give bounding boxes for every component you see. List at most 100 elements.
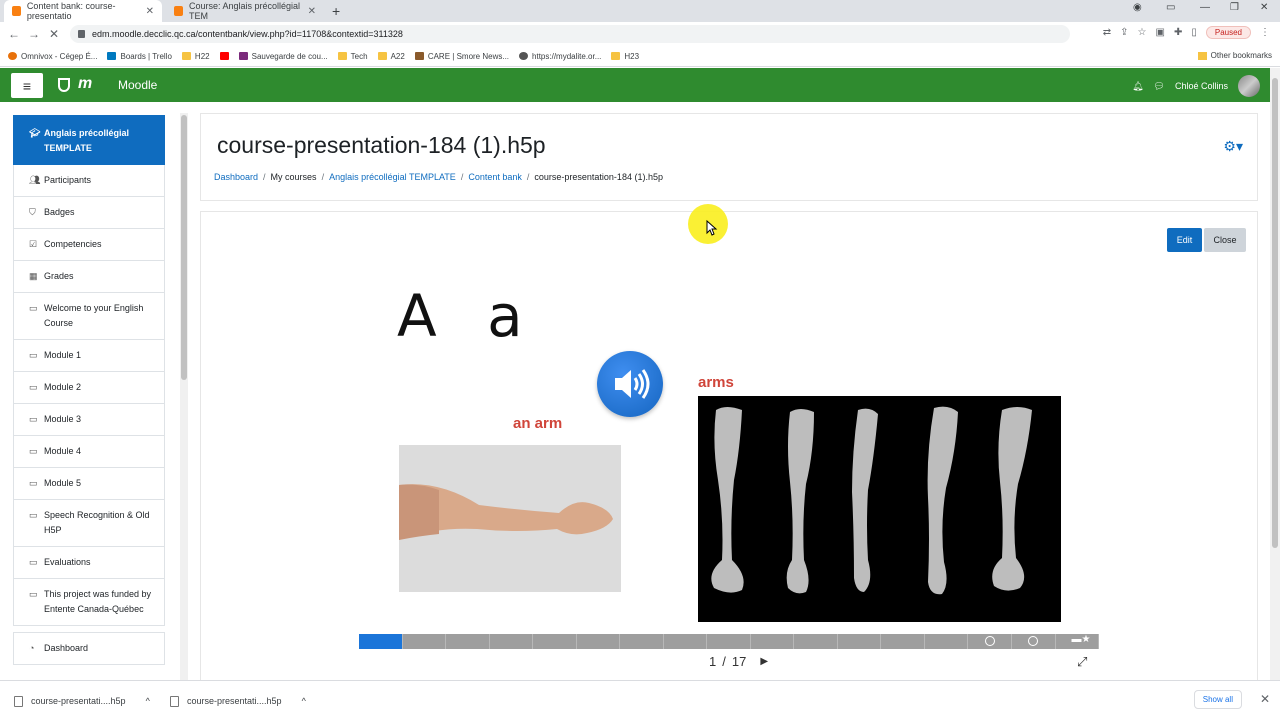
progress-segment[interactable] [533,634,577,649]
bookmark-item[interactable]: Omnivox - Cégep É... [8,52,97,61]
sidebar-item-module-5[interactable]: ▭ Module 5 [13,468,165,500]
word-singular: an arm [513,415,563,432]
translate-icon[interactable]: ⇄ [1103,27,1111,38]
progress-segment[interactable] [490,634,534,649]
sidebar-item-participants[interactable]: 👥︎ Participants [13,165,165,197]
progress-segment[interactable] [664,634,708,649]
progress-segment[interactable] [620,634,664,649]
sidebar-item-evaluations[interactable]: ▭ Evaluations [13,547,165,579]
progress-segment[interactable] [751,634,795,649]
close-icon[interactable]: ✕ [308,6,316,17]
close-button[interactable]: Close [1204,228,1246,252]
notification-bell-icon[interactable]: 🔔︎ [1132,81,1143,92]
bookmark-folder[interactable]: Tech [337,52,368,61]
chevron-up-icon[interactable]: ^ [146,696,150,706]
sidebar-scrollbar-thumb[interactable] [181,115,187,380]
close-icon[interactable]: ✕ [1260,692,1270,706]
show-all-button[interactable]: Show all [1193,690,1242,709]
gear-icon[interactable]: ⚙▾ [1223,138,1243,155]
url-input[interactable]: edm.moodle.decclic.qc.ca/contentbank/vie… [70,25,1070,43]
sidebar-item-dashboard[interactable]: ◔ Dashboard [13,632,165,665]
sidebar-item-grades[interactable]: ▦ Grades [13,261,165,293]
tab-course[interactable]: Course: Anglais précollégial TEM ✕ [166,0,324,22]
edit-button[interactable]: Edit [1167,228,1202,252]
fullscreen-icon[interactable]: ⤢ [1077,654,1087,670]
messages-icon[interactable]: 💬︎ [1154,81,1165,92]
sidebar-item-funding[interactable]: ▭ This project was funded by Entente Cana… [13,579,165,626]
page-header: course-presentation-184 (1).h5p ⚙▾ Dashb… [200,113,1258,201]
breadcrumb-content-bank[interactable]: Content bank [468,172,522,182]
restore-icon[interactable]: ❐ [1230,2,1239,13]
progress-segment[interactable] [577,634,621,649]
task-circle-icon [984,636,995,646]
bookmark-folder[interactable]: H23 [611,52,639,61]
sidebar-scrollbar[interactable] [180,113,188,680]
puzzle-icon[interactable]: ✚ [1174,27,1182,38]
bookmark-item[interactable] [219,52,229,60]
progress-segment-summary[interactable]: ▬★ [1056,634,1100,649]
bookmark-item[interactable]: https://mydalite.or... [519,52,601,61]
progress-segment-task[interactable] [968,634,1012,649]
cast-icon[interactable]: ▭ [1166,2,1175,13]
sidebar-item-welcome[interactable]: ▭ Welcome to your English Course [13,293,165,340]
sidebar-item-course[interactable]: 🎓︎ Anglais précollégial TEMPLATE [13,115,165,165]
bookmark-item[interactable]: Sauvegarde de cou... [238,52,328,61]
menu-kebab-icon[interactable]: ⋮ [1260,27,1270,38]
sidepanel-icon[interactable]: ▯ [1191,27,1197,38]
sidebar-item-competencies[interactable]: ☑ Competencies [13,229,165,261]
minimize-icon[interactable]: — [1200,2,1210,13]
close-icon[interactable]: ✕ [146,6,154,17]
bookmark-folder[interactable]: A22 [377,52,405,61]
audio-play-button[interactable] [597,351,663,417]
progress-segment[interactable] [446,634,490,649]
profile-paused-button[interactable]: Paused [1205,26,1251,39]
sidebar-item-module-1[interactable]: ▭ Module 1 [13,340,165,372]
user-name[interactable]: Chloé Collins [1175,81,1228,91]
next-slide-icon[interactable]: ▶ [760,656,768,667]
tab-content-bank[interactable]: Content bank: course-presentatio ✕ [4,0,162,22]
other-bookmarks[interactable]: Other bookmarks [1197,51,1272,60]
breadcrumb-course[interactable]: Anglais précollégial TEMPLATE [329,172,456,182]
sidebar-item-speech-recognition[interactable]: ▭ Speech Recognition & Old H5P [13,500,165,547]
progress-segment[interactable] [925,634,969,649]
close-window-icon[interactable]: ✕ [1260,2,1268,13]
slide-progress-bar[interactable]: ▬★ [359,634,1100,649]
progress-segment[interactable] [794,634,838,649]
extension-icon[interactable]: ▣ [1156,27,1165,38]
shield-logo-icon [58,78,70,92]
chevron-up-icon[interactable]: ^ [302,696,306,706]
site-name[interactable]: Moodle [118,78,157,92]
back-icon[interactable]: ← [4,27,24,41]
avatar[interactable] [1238,75,1260,97]
sidebar-item-module-4[interactable]: ▭ Module 4 [13,436,165,468]
page-scrollbar[interactable] [1270,68,1280,680]
bookmark-folder[interactable]: H22 [181,52,210,61]
progress-segment[interactable] [403,634,447,649]
sidebar-item-module-3[interactable]: ▭ Module 3 [13,404,165,436]
progress-segment-task[interactable] [1012,634,1056,649]
bookmark-item[interactable]: CARE | Smore News... [414,52,509,61]
page-scrollbar-thumb[interactable] [1272,78,1278,548]
drawer-toggle-button[interactable]: ≡ [11,73,43,98]
bookmarks-bar: Omnivox - Cégep É... Boards | Trello H22… [0,46,1280,67]
users-icon: 👥︎ [29,175,41,185]
tab-search-icon[interactable]: ◉ [1133,2,1142,13]
page-title: course-presentation-184 (1).h5p [217,132,546,158]
progress-segment[interactable] [707,634,751,649]
graduation-cap-icon: 🎓︎ [29,128,41,138]
stop-loading-icon[interactable]: ✕ [44,27,64,41]
breadcrumb-dashboard[interactable]: Dashboard [214,172,258,182]
bookmark-item[interactable]: Boards | Trello [107,52,172,61]
progress-segment[interactable] [881,634,925,649]
share-icon[interactable]: ⇪ [1120,27,1128,38]
download-item[interactable]: course-presentati....h5p ^ [14,690,150,712]
bookmark-star-icon[interactable]: ☆ [1138,27,1147,38]
moodle-logo-icon[interactable]: m [78,75,92,93]
new-tab-icon[interactable]: + [332,3,340,19]
progress-segment[interactable] [838,634,882,649]
sidebar-item-badges[interactable]: ⛉ Badges [13,197,165,229]
download-item[interactable]: course-presentati....h5p ^ [170,690,306,712]
forward-icon[interactable]: → [24,27,44,41]
progress-segment[interactable] [359,634,403,649]
sidebar-item-module-2[interactable]: ▭ Module 2 [13,372,165,404]
